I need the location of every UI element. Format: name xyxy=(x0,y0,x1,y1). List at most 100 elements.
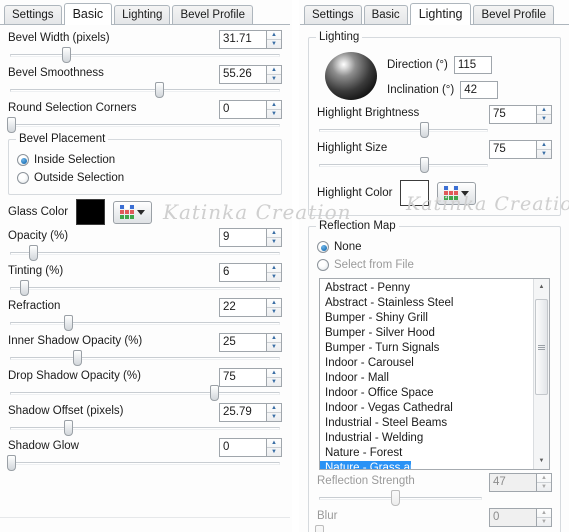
slider-shadow-offset[interactable] xyxy=(8,420,282,436)
radio-button-icon[interactable] xyxy=(317,258,329,271)
list-item[interactable]: Abstract - Stainless Steel xyxy=(320,296,533,311)
list-item[interactable]: Industrial - Welding xyxy=(320,431,533,446)
slider-thumb[interactable] xyxy=(209,385,219,401)
slider-tinting[interactable] xyxy=(8,280,282,296)
spin-up-icon[interactable]: ▲ xyxy=(267,369,281,378)
tab-lighting[interactable]: Lighting xyxy=(114,5,171,24)
slider-shadow-glow[interactable] xyxy=(6,455,282,471)
slider-thumb[interactable] xyxy=(20,280,30,296)
spin-down-icon[interactable]: ▼ xyxy=(537,518,551,526)
slider-thumb[interactable] xyxy=(391,490,401,506)
list-item[interactable]: Indoor - Carousel xyxy=(320,356,533,371)
tab-bevel-profile[interactable]: Bevel Profile xyxy=(473,5,555,24)
slider-bevel-width[interactable] xyxy=(8,47,282,63)
slider-thumb[interactable] xyxy=(154,82,164,98)
slider-bevel-smoothness[interactable] xyxy=(8,82,282,98)
tab-basic[interactable]: Basic xyxy=(63,3,113,25)
spinner-highlight-brightness[interactable]: 75 ▲ ▼ xyxy=(489,105,552,124)
slider-thumb[interactable] xyxy=(64,315,74,331)
slider-thumb[interactable] xyxy=(6,117,16,133)
list-item-selected[interactable]: Nature - Grass and Rocks xyxy=(320,461,458,469)
slider-thumb[interactable] xyxy=(314,525,324,532)
spin-up-icon[interactable]: ▲ xyxy=(267,334,281,343)
spinner-reflection-strength[interactable]: 47 ▲ ▼ xyxy=(489,473,552,492)
slider-blur[interactable] xyxy=(314,525,484,532)
tab-settings[interactable]: Settings xyxy=(304,5,362,24)
spin-up-icon[interactable]: ▲ xyxy=(267,66,281,75)
glass-color-palette-button[interactable] xyxy=(113,200,153,224)
slider-thumb[interactable] xyxy=(64,420,74,436)
radio-inside-selection[interactable]: Inside Selection xyxy=(17,151,273,168)
spin-down-icon[interactable]: ▼ xyxy=(537,150,551,158)
slider-highlight-size[interactable] xyxy=(317,157,490,173)
input-inclination[interactable]: 42 xyxy=(460,81,499,99)
input-blur[interactable]: 0 xyxy=(489,508,536,527)
spin-up-icon[interactable]: ▲ xyxy=(537,141,551,150)
spinner-highlight-size[interactable]: 75 ▲ ▼ xyxy=(489,140,552,159)
radio-reflection-select-from-file[interactable]: Select from File xyxy=(317,256,552,273)
radio-button-icon[interactable] xyxy=(17,153,29,166)
scroll-up-arrow-icon[interactable]: ▲ xyxy=(534,279,549,295)
spin-up-icon[interactable]: ▲ xyxy=(267,229,281,238)
radio-button-icon[interactable] xyxy=(317,240,329,253)
slider-refraction[interactable] xyxy=(8,315,282,331)
radio-button-icon[interactable] xyxy=(17,171,29,184)
highlight-color-swatch[interactable] xyxy=(400,180,430,206)
input-reflection-strength[interactable]: 47 xyxy=(489,473,536,492)
list-item[interactable]: Bumper - Shiny Grill xyxy=(320,311,533,326)
slider-thumb[interactable] xyxy=(61,47,71,63)
spin-buttons-blur[interactable]: ▲ ▼ xyxy=(536,508,552,527)
spin-up-icon[interactable]: ▲ xyxy=(537,509,551,518)
tab-lighting[interactable]: Lighting xyxy=(409,3,472,25)
slider-reflection-strength[interactable] xyxy=(317,490,484,506)
list-item[interactable]: Bumper - Silver Hood xyxy=(320,326,533,341)
scroll-down-arrow-icon[interactable]: ▼ xyxy=(534,453,549,469)
spin-up-icon[interactable]: ▲ xyxy=(267,299,281,308)
tab-settings[interactable]: Settings xyxy=(4,5,62,24)
spin-buttons-highlight-brightness[interactable]: ▲ ▼ xyxy=(536,105,552,124)
spin-up-icon[interactable]: ▲ xyxy=(537,474,551,483)
slider-inner-shadow-opacity[interactable] xyxy=(8,350,282,366)
spin-buttons-highlight-size[interactable]: ▲ ▼ xyxy=(536,140,552,159)
list-item[interactable]: Indoor - Office Space xyxy=(320,386,533,401)
input-direction[interactable]: 115 xyxy=(453,56,492,74)
light-direction-sphere-icon[interactable] xyxy=(325,52,377,100)
slider-drop-shadow-opacity[interactable] xyxy=(8,385,282,401)
radio-reflection-none[interactable]: None xyxy=(317,238,552,255)
list-item[interactable]: Nature - Forest xyxy=(320,446,533,461)
slider-thumb[interactable] xyxy=(420,122,430,138)
spin-up-icon[interactable]: ▲ xyxy=(267,101,281,110)
list-item[interactable]: Abstract - Penny xyxy=(320,281,533,296)
slider-thumb[interactable] xyxy=(420,157,430,173)
spin-up-icon[interactable]: ▲ xyxy=(267,404,281,413)
spin-up-icon[interactable]: ▲ xyxy=(267,439,281,448)
list-item[interactable]: Bumper - Turn Signals xyxy=(320,341,533,356)
scrollbar-thumb[interactable] xyxy=(535,299,548,395)
glass-color-swatch[interactable] xyxy=(76,199,106,225)
spinner-blur[interactable]: 0 ▲ ▼ xyxy=(489,508,552,527)
radio-outside-selection[interactable]: Outside Selection xyxy=(17,169,273,186)
input-highlight-brightness[interactable]: 75 xyxy=(489,105,536,124)
slider-opacity[interactable] xyxy=(8,245,282,261)
spin-down-icon[interactable]: ▼ xyxy=(537,115,551,123)
slider-round-selection-corners[interactable] xyxy=(6,117,282,133)
scrollbar-track[interactable] xyxy=(534,295,549,453)
slider-thumb[interactable] xyxy=(28,245,38,261)
spin-down-icon[interactable]: ▼ xyxy=(537,483,551,491)
reflection-map-scrollbar[interactable]: ▲ ▼ xyxy=(533,279,549,469)
list-item[interactable]: Indoor - Vegas Cathedral xyxy=(320,401,533,416)
spin-up-icon[interactable]: ▲ xyxy=(537,106,551,115)
slider-highlight-brightness[interactable] xyxy=(317,122,490,138)
spin-up-icon[interactable]: ▲ xyxy=(267,264,281,273)
reflection-map-listbox[interactable]: Abstract - Penny Abstract - Stainless St… xyxy=(319,278,550,470)
spin-up-icon[interactable]: ▲ xyxy=(267,31,281,40)
list-item[interactable]: Industrial - Steel Beams xyxy=(320,416,533,431)
tab-basic[interactable]: Basic xyxy=(363,5,408,24)
tab-bevel-profile[interactable]: Bevel Profile xyxy=(172,5,253,24)
slider-thumb[interactable] xyxy=(72,350,82,366)
highlight-color-palette-button[interactable] xyxy=(437,181,477,205)
slider-thumb[interactable] xyxy=(6,455,16,471)
spin-buttons-reflection-strength[interactable]: ▲ ▼ xyxy=(536,473,552,492)
list-item[interactable]: Indoor - Mall xyxy=(320,371,533,386)
input-highlight-size[interactable]: 75 xyxy=(489,140,536,159)
